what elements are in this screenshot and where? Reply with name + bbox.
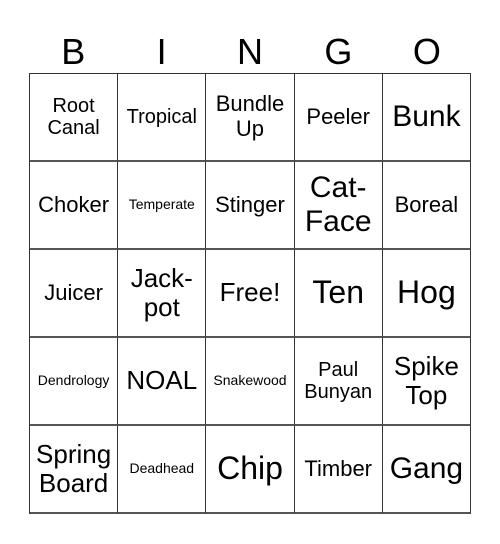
bingo-cell[interactable]: Deadhead bbox=[118, 426, 207, 514]
bingo-cell[interactable]: Ten bbox=[294, 250, 383, 338]
header-letter-o: O bbox=[412, 31, 441, 72]
bingo-cell[interactable]: Jack-pot bbox=[118, 250, 207, 338]
bingo-grid: Root Canal Tropical Bundle Up Peeler Bun… bbox=[29, 73, 471, 514]
bingo-cell[interactable]: NOAL bbox=[118, 338, 207, 426]
bingo-cell[interactable]: Paul Bunyan bbox=[294, 338, 383, 426]
bingo-cell[interactable]: Snakewood bbox=[206, 338, 295, 426]
bingo-cell[interactable]: Root Canal bbox=[30, 74, 119, 162]
bingo-cell[interactable]: Dendrology bbox=[30, 338, 119, 426]
bingo-cell[interactable]: Temperate bbox=[118, 162, 207, 250]
bingo-cell[interactable]: Bunk bbox=[382, 74, 471, 162]
bingo-header: B I N G O bbox=[29, 30, 471, 73]
header-letter-b: B bbox=[61, 31, 86, 72]
bingo-cell[interactable]: Boreal bbox=[382, 162, 471, 250]
bingo-cell[interactable]: Stinger bbox=[206, 162, 295, 250]
bingo-cell[interactable]: Peeler bbox=[294, 74, 383, 162]
bingo-cell[interactable]: Hog bbox=[382, 250, 471, 338]
bingo-cell[interactable]: Cat-Face bbox=[294, 162, 383, 250]
bingo-cell[interactable]: Spike Top bbox=[382, 338, 471, 426]
bingo-cell[interactable]: Timber bbox=[294, 426, 383, 514]
bingo-cell[interactable]: Chip bbox=[206, 426, 295, 514]
bingo-cell[interactable]: Gang bbox=[382, 426, 471, 514]
header-letter-i: I bbox=[156, 31, 167, 72]
bingo-cell[interactable]: Bundle Up bbox=[206, 74, 295, 162]
bingo-cell[interactable]: Juicer bbox=[30, 250, 119, 338]
bingo-cell[interactable]: Choker bbox=[30, 162, 119, 250]
bingo-cell free-space[interactable]: Free! bbox=[206, 250, 295, 338]
bingo-cell[interactable]: Spring Board bbox=[30, 426, 119, 514]
bingo-cell[interactable]: Tropical bbox=[118, 74, 207, 162]
header-letter-n: N bbox=[237, 31, 264, 72]
header-letter-g: G bbox=[324, 31, 353, 72]
